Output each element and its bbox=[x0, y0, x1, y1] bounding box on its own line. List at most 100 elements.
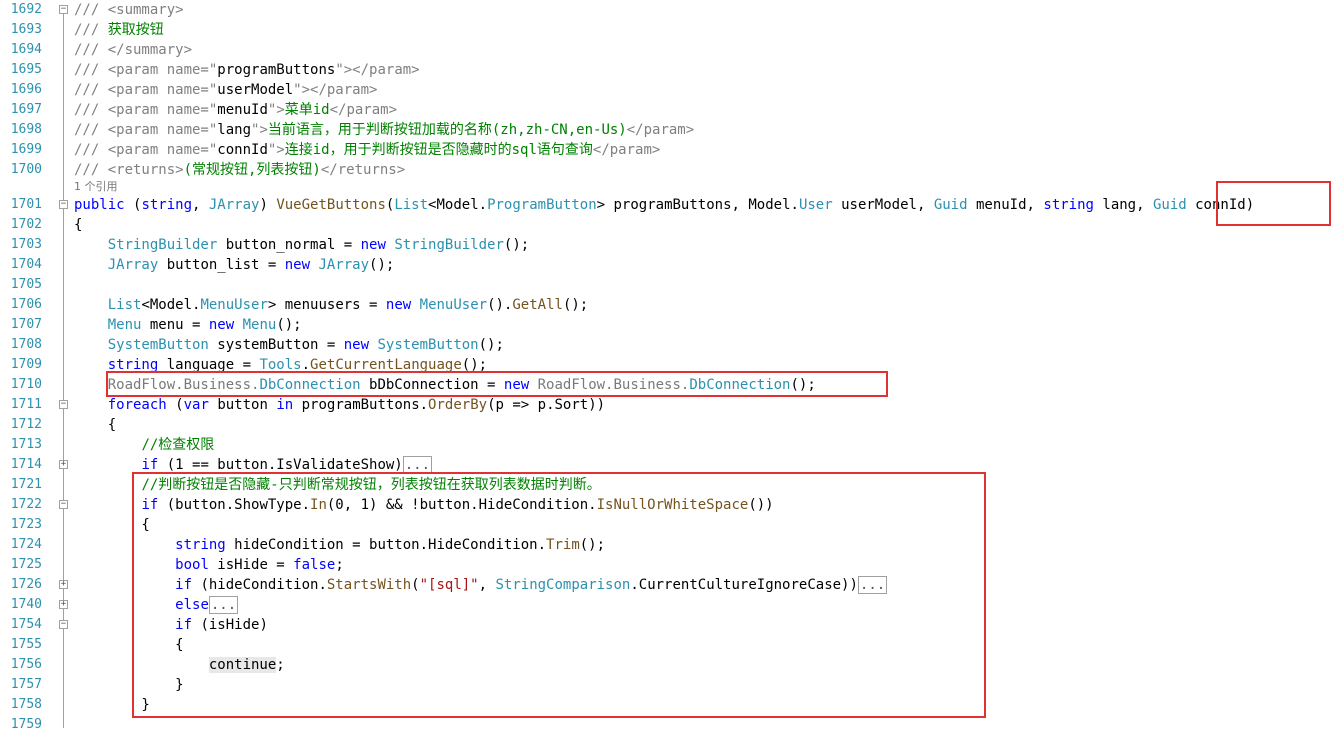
line-number: 1712 bbox=[10, 417, 42, 432]
code-line[interactable]: 1702 { bbox=[0, 215, 1335, 235]
code-token: new bbox=[284, 257, 311, 273]
code-line[interactable]: 1696 /// <param name="userModel"></param> bbox=[0, 80, 1335, 100]
code-text: /// <param name="userModel"></param> bbox=[74, 80, 377, 100]
code-text: /// <param name="lang">当前语言，用于判断按钮加载的名称(… bbox=[74, 120, 694, 140]
line-number: 1703 bbox=[10, 237, 42, 252]
code-token: 菜单id bbox=[284, 102, 330, 118]
code-token: (); bbox=[503, 237, 530, 253]
code-text: /// <summary> bbox=[74, 0, 184, 20]
line-number: 1710 bbox=[10, 377, 42, 392]
expand-region-icon[interactable]: + bbox=[59, 580, 68, 589]
collapse-region-icon[interactable]: − bbox=[59, 620, 68, 629]
collapse-region-icon[interactable]: − bbox=[59, 200, 68, 209]
code-token: > menuusers = bbox=[267, 297, 386, 313]
line-number: 1702 bbox=[10, 217, 42, 232]
code-token: </param> bbox=[626, 122, 695, 138]
line-number: 1707 bbox=[10, 317, 42, 332]
code-line[interactable]: 1693 /// 获取按钮 bbox=[0, 20, 1335, 40]
code-token: connId bbox=[217, 142, 268, 158]
code-line[interactable]: 1759 bbox=[0, 715, 1335, 735]
code-token: menu = bbox=[141, 317, 209, 333]
code-token: <Model. bbox=[428, 197, 488, 213]
code-text: /// <returns>(常规按钮,列表按钮)</returns> bbox=[74, 160, 405, 180]
code-line[interactable]: 1694 /// </summary> bbox=[0, 40, 1335, 60]
code-text: /// <param name="programButtons"></param… bbox=[74, 60, 420, 80]
code-token: new bbox=[208, 317, 235, 333]
line-number: 1713 bbox=[10, 437, 42, 452]
code-token: if bbox=[141, 457, 159, 473]
code-line[interactable]: 1708 SystemButton systemButton = new Sys… bbox=[0, 335, 1335, 355]
code-token: 连接id，用于判断按钮是否隐藏时的sql语句查询 bbox=[284, 142, 593, 158]
code-line[interactable]: 1704 JArray button_list = new JArray(); bbox=[0, 255, 1335, 275]
code-token: button_normal = bbox=[217, 237, 361, 253]
code-editor[interactable]: 1692−/// <summary> 1693/// 获取按钮 1694/// </… bbox=[0, 0, 1335, 732]
code-line[interactable]: 1695 /// <param name="programButtons"></p… bbox=[0, 60, 1335, 80]
code-line[interactable]: 1692 −/// <summary> bbox=[0, 0, 1335, 20]
reference-count-hint[interactable]: 1 个引用 bbox=[74, 180, 118, 194]
line-number: 1692 bbox=[10, 2, 42, 17]
code-text: public (string, JArray) VueGetButtons(Li… bbox=[74, 195, 1254, 215]
code-token: var bbox=[183, 397, 209, 413]
code-line[interactable]: 1700 /// <returns>(常规按钮,列表按钮)</returns> bbox=[0, 160, 1335, 180]
code-token: ( bbox=[124, 197, 142, 213]
code-text: /// 获取按钮 bbox=[74, 20, 164, 40]
code-token: MenuUser bbox=[200, 297, 268, 313]
expand-region-icon[interactable]: + bbox=[59, 460, 68, 469]
code-token: new bbox=[360, 237, 386, 253]
code-text: /// <param name="menuId">菜单id</param> bbox=[74, 100, 397, 120]
collapse-region-icon[interactable]: − bbox=[59, 5, 68, 14]
code-token: programButtons bbox=[217, 62, 336, 78]
code-line[interactable]: 1711 − foreach (var button in programButt… bbox=[0, 395, 1335, 415]
code-token: JArray bbox=[208, 197, 260, 213]
code-token: (p => p.Sort)) bbox=[487, 397, 606, 413]
code-token: menuId, bbox=[967, 197, 1044, 213]
code-line[interactable]: 1703 StringBuilder button_normal = new S… bbox=[0, 235, 1335, 255]
code-line[interactable]: 1706 List<Model.MenuUser> menuusers = ne… bbox=[0, 295, 1335, 315]
code-token: 当前语言，用于判断按钮加载的名称(zh,zh-CN,en-Us) bbox=[267, 122, 627, 138]
code-text: { bbox=[74, 215, 82, 235]
code-line[interactable]: 1712 { bbox=[0, 415, 1335, 435]
code-token: new bbox=[385, 297, 412, 313]
code-token: /// </summary> bbox=[74, 42, 193, 58]
collapse-region-icon[interactable]: − bbox=[59, 500, 68, 509]
line-number: 1704 bbox=[10, 257, 42, 272]
code-token: menuId bbox=[217, 102, 268, 118]
code-line[interactable]: 1697 /// <param name="menuId">菜单id</param… bbox=[0, 100, 1335, 120]
code-text: { bbox=[74, 415, 116, 435]
code-token: (); bbox=[369, 257, 395, 273]
line-number: 1740 bbox=[10, 597, 42, 612]
code-token: List bbox=[394, 197, 429, 213]
code-line[interactable]: 1705 bbox=[0, 275, 1335, 295]
code-token: "> bbox=[267, 102, 285, 118]
code-token: GetAll bbox=[512, 297, 563, 313]
code-token: SystemButton bbox=[107, 337, 209, 353]
line-number: 1714 bbox=[10, 457, 42, 472]
code-line[interactable]: 1707 Menu menu = new Menu(); bbox=[0, 315, 1335, 335]
code-token: /// <param name=" bbox=[74, 102, 218, 118]
code-line[interactable]: 1701− public (string, JArray) VueGetButto… bbox=[0, 195, 1335, 215]
expand-region-icon[interactable]: + bbox=[59, 600, 68, 609]
line-number: 1759 bbox=[10, 717, 42, 732]
line-number: 1756 bbox=[10, 657, 42, 672]
code-line[interactable]: 1713 //检查权限 bbox=[0, 435, 1335, 455]
code-line[interactable]: 1698 /// <param name="lang">当前语言，用于判断按钮加载… bbox=[0, 120, 1335, 140]
code-token: { bbox=[74, 417, 117, 433]
collapse-region-icon[interactable]: − bbox=[59, 400, 68, 409]
code-token: , bbox=[192, 197, 209, 213]
line-number: 1709 bbox=[10, 357, 42, 372]
code-line[interactable]: 1699 /// <param name="connId">连接id，用于判断按钮… bbox=[0, 140, 1335, 160]
line-number: 1755 bbox=[10, 637, 42, 652]
code-token: </returns> bbox=[320, 162, 406, 178]
line-number: 1698 bbox=[10, 122, 42, 137]
line-number: 1726 bbox=[10, 577, 42, 592]
code-token: button bbox=[208, 397, 277, 413]
code-token: StringBuilder bbox=[394, 237, 504, 253]
code-token: foreach bbox=[107, 397, 167, 413]
code-text: foreach (var button in programButtons.Or… bbox=[74, 395, 605, 415]
highlight-box-conn-param bbox=[1216, 181, 1331, 226]
